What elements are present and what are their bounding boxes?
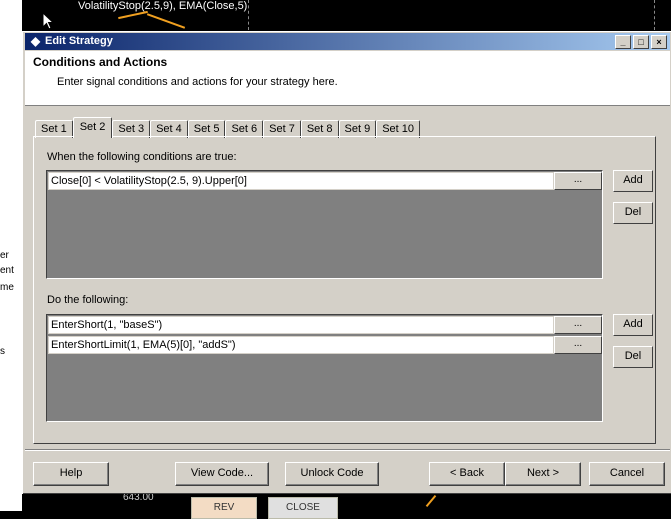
dialog-title: Edit Strategy xyxy=(45,35,113,47)
conditions-label: When the following conditions are true: xyxy=(47,151,237,163)
set-tabs: Set 1 Set 2 Set 3 Set 4 Set 5 Set 6 Set … xyxy=(35,117,420,138)
delete-action-button[interactable]: Del xyxy=(613,346,653,368)
price-line xyxy=(118,10,148,20)
actions-list: EnterShort(1, "baseS") ... EnterShortLim… xyxy=(46,314,603,422)
unlock-code-button[interactable]: Unlock Code xyxy=(285,462,379,486)
title-bar[interactable]: ◆ Edit Strategy _ □ × xyxy=(25,33,670,50)
reverse-button[interactable]: REV xyxy=(191,497,257,519)
add-condition-button[interactable]: Add xyxy=(613,170,653,192)
tab-panel: When the following conditions are true: … xyxy=(33,136,656,444)
price-line xyxy=(425,494,437,508)
list-item: EnterShort(1, "baseS") ... xyxy=(48,316,602,334)
edit-action-button[interactable]: ... xyxy=(554,336,602,354)
edit-condition-button[interactable]: ... xyxy=(554,172,602,190)
header-title: Conditions and Actions xyxy=(33,55,168,69)
tab-set-2[interactable]: Set 2 xyxy=(72,117,113,138)
price-line xyxy=(146,13,186,29)
list-item: Close[0] < VolatilityStop(2.5, 9).Upper[… xyxy=(48,172,602,190)
left-text-fragment: s xyxy=(0,346,5,357)
edit-action-button[interactable]: ... xyxy=(554,316,602,334)
add-action-button[interactable]: Add xyxy=(613,314,653,336)
left-text-fragment: me xyxy=(0,282,14,293)
back-button[interactable]: < Back xyxy=(429,462,505,486)
close-button[interactable]: × xyxy=(651,35,667,49)
action-field[interactable]: EnterShort(1, "baseS") xyxy=(48,316,554,334)
actions-label: Do the following: xyxy=(47,294,129,306)
diamond-icon: ◆ xyxy=(30,34,41,48)
wizard-header: Conditions and Actions Enter signal cond… xyxy=(25,51,670,106)
footer-divider xyxy=(25,449,670,451)
header-subtitle: Enter signal conditions and actions for … xyxy=(57,76,338,88)
left-text-fragment: er xyxy=(0,250,9,261)
edit-strategy-dialog: ◆ Edit Strategy _ □ × Conditions and Act… xyxy=(22,31,671,494)
mouse-cursor-icon xyxy=(42,12,55,30)
close-position-button[interactable]: CLOSE xyxy=(268,497,338,519)
delete-condition-button[interactable]: Del xyxy=(613,202,653,224)
maximize-button[interactable]: □ xyxy=(633,35,649,49)
grid-line xyxy=(248,0,249,30)
view-code-button[interactable]: View Code... xyxy=(175,462,269,486)
condition-field[interactable]: Close[0] < VolatilityStop(2.5, 9).Upper[… xyxy=(48,172,554,190)
list-item: EnterShortLimit(1, EMA(5)[0], "addS") ..… xyxy=(48,336,602,354)
minimize-button[interactable]: _ xyxy=(615,35,631,49)
action-field[interactable]: EnterShortLimit(1, EMA(5)[0], "addS") xyxy=(48,336,554,354)
left-panel: er ent me s xyxy=(0,0,22,511)
next-button[interactable]: Next > xyxy=(505,462,581,486)
left-text-fragment: ent xyxy=(0,265,14,276)
cancel-button[interactable]: Cancel xyxy=(589,462,665,486)
conditions-list: Close[0] < VolatilityStop(2.5, 9).Upper[… xyxy=(46,170,603,279)
help-button[interactable]: Help xyxy=(33,462,109,486)
indicator-label: VolatilityStop(2.5,9), EMA(Close,5) xyxy=(78,0,248,12)
grid-line xyxy=(654,0,655,30)
